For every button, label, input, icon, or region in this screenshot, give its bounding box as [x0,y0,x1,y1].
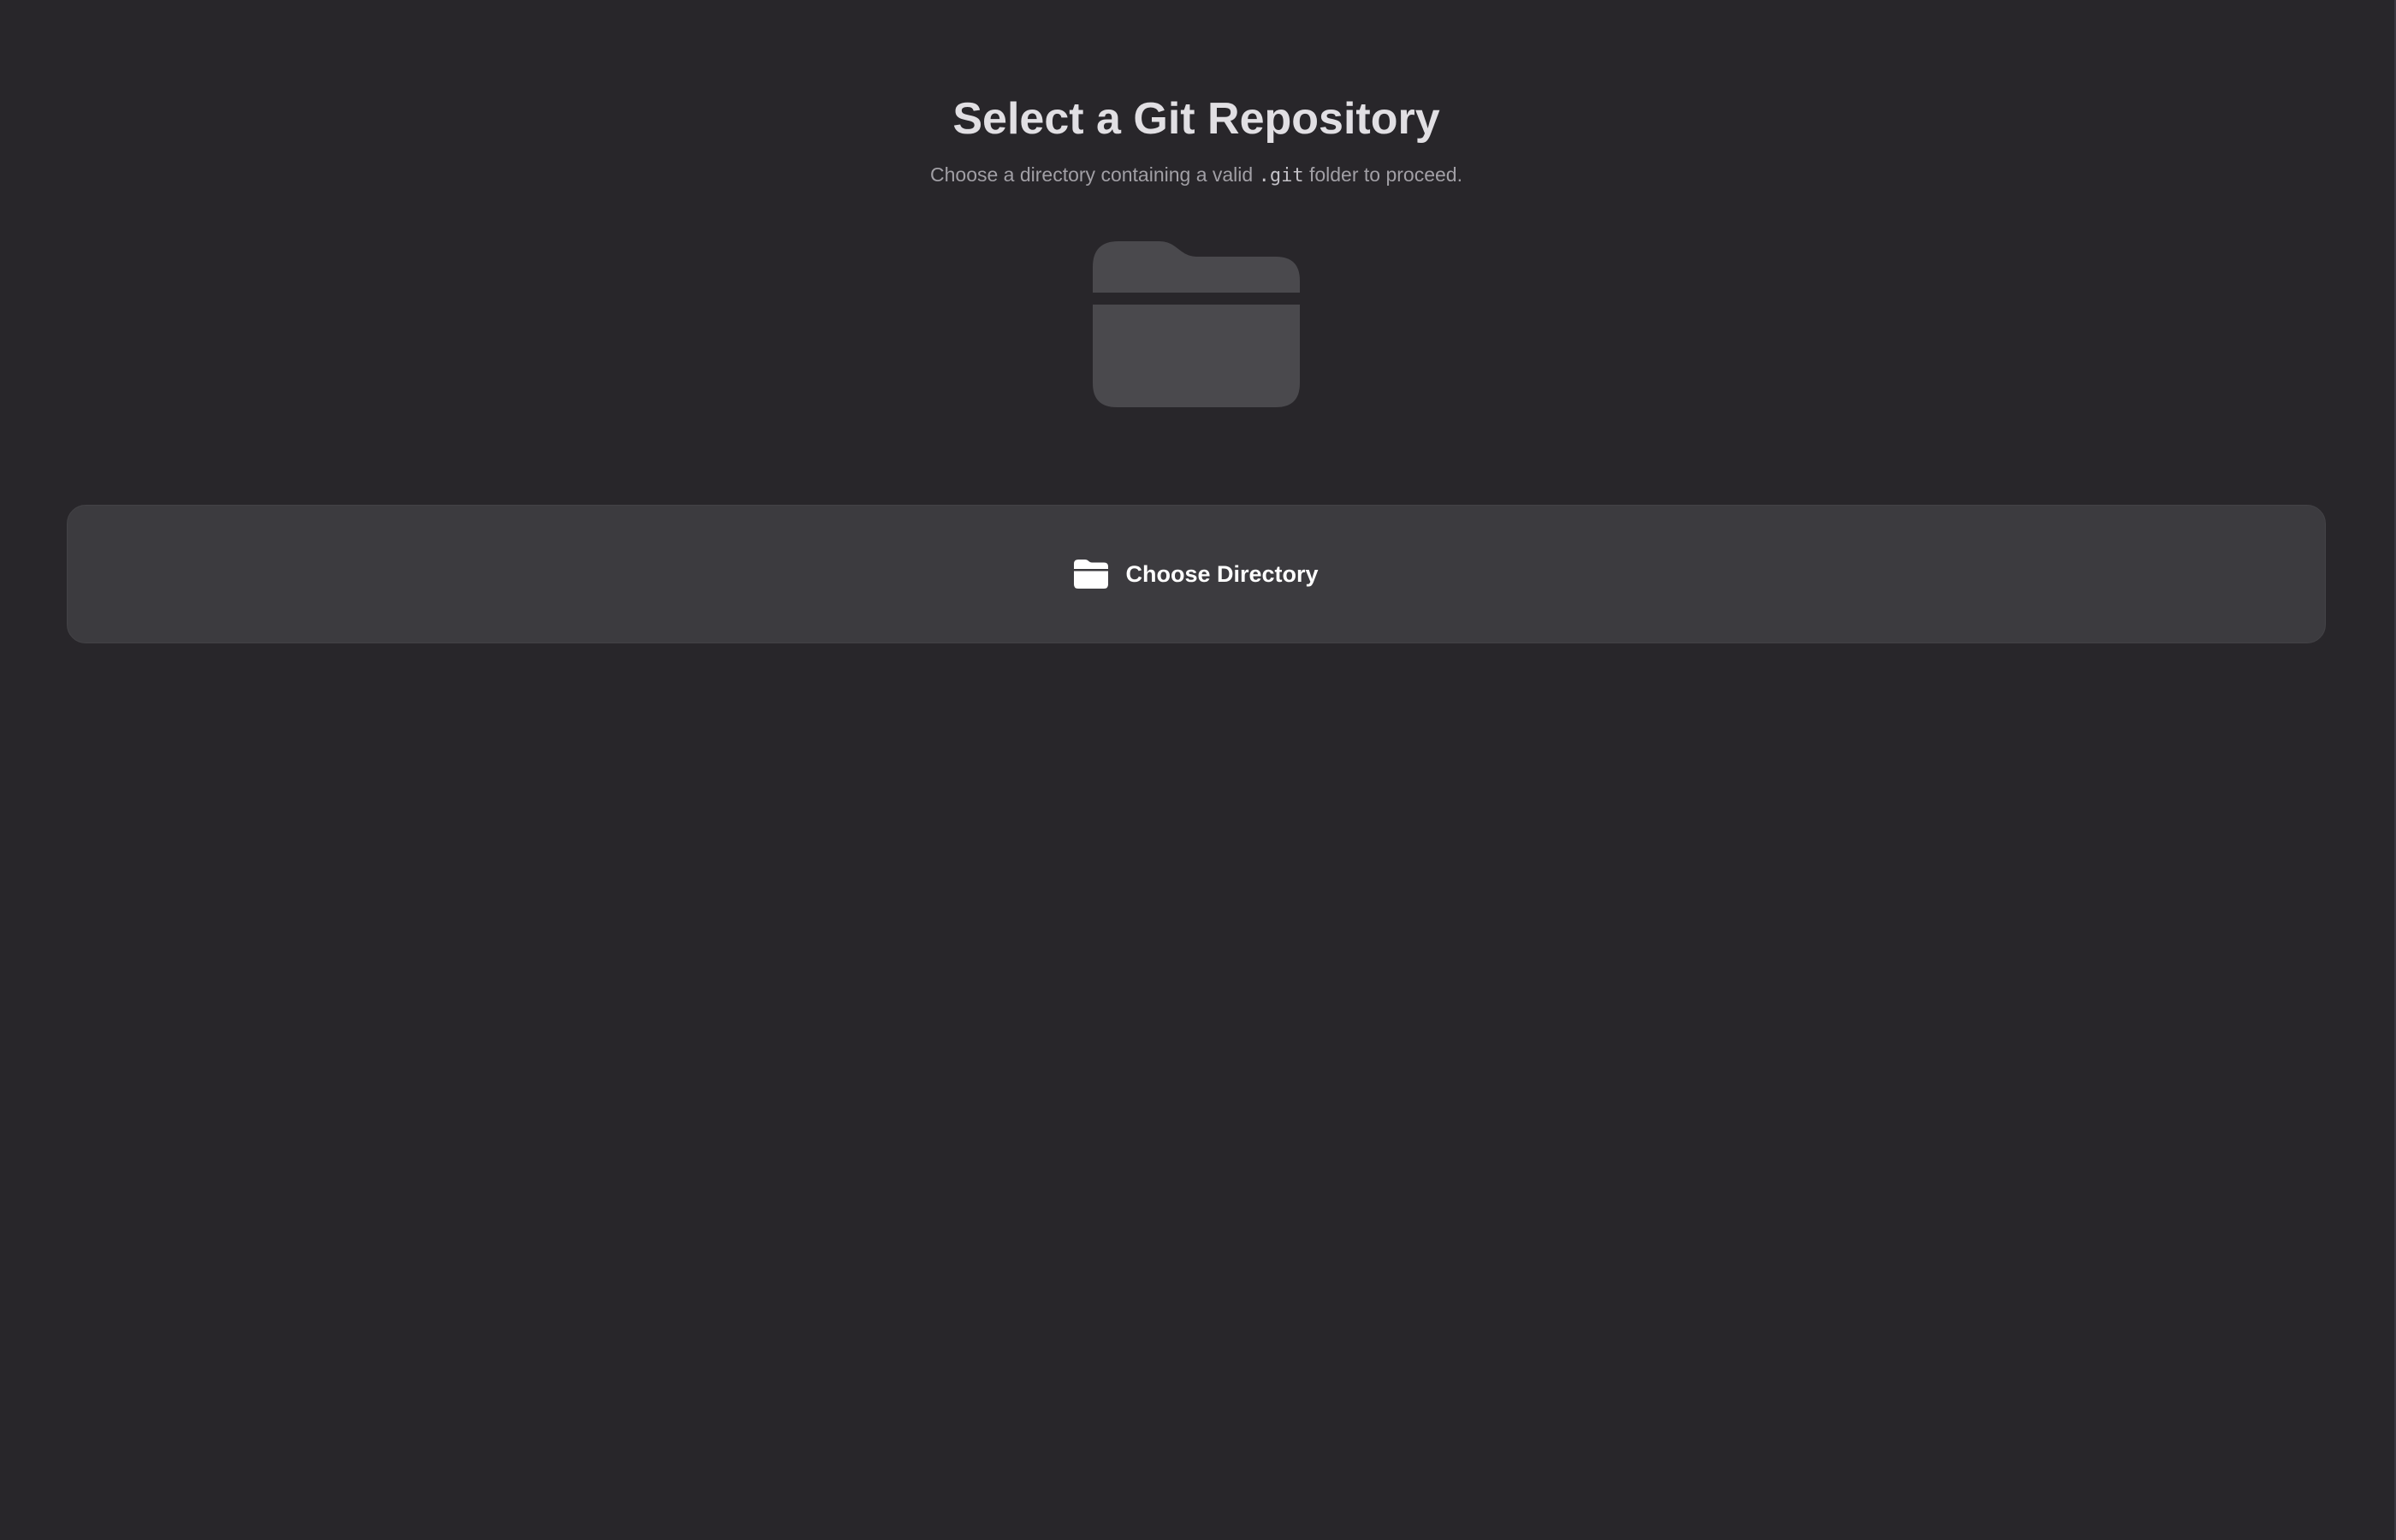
folder-icon [1074,560,1109,589]
subtitle-text-end: folder to proceed. [1303,163,1462,186]
subtitle-code: .git [1258,165,1304,187]
subtitle-text-start: Choose a directory containing a valid [930,163,1259,186]
page-subtitle: Choose a directory containing a valid .g… [0,161,2393,190]
header: Select a Git Repository Choose a directo… [0,89,2393,190]
repository-picker-window: Select a Git Repository Choose a directo… [0,0,2396,1540]
choose-directory-button[interactable]: Choose Directory [67,505,2326,643]
choose-directory-label: Choose Directory [1125,560,1319,587]
folder-icon [1093,241,1300,407]
page-title: Select a Git Repository [952,94,1440,144]
